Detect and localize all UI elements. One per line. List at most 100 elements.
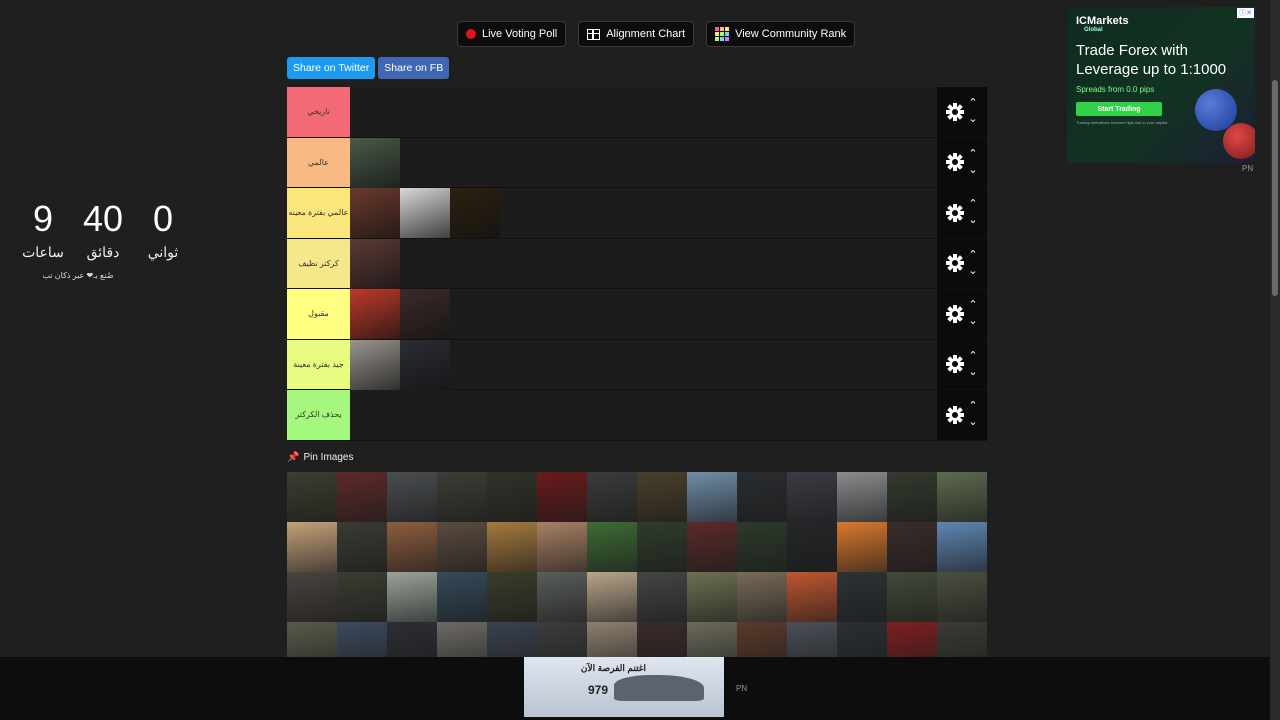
pool-character-thumbnail[interactable] <box>837 522 887 572</box>
pool-character-thumbnail[interactable] <box>887 572 937 622</box>
image-pool <box>287 472 987 672</box>
chevron-down-icon[interactable]: ⌄ <box>968 164 978 175</box>
tier-items[interactable] <box>350 238 937 289</box>
alignment-chart-button[interactable]: Alignment Chart <box>578 21 695 47</box>
chevron-down-icon[interactable]: ⌄ <box>968 366 978 377</box>
pool-character-thumbnail[interactable] <box>937 522 987 572</box>
chevron-up-icon[interactable]: ⌃ <box>968 350 978 361</box>
share-twitter-button[interactable]: Share on Twitter <box>287 57 376 79</box>
pool-character-thumbnail[interactable] <box>687 472 737 522</box>
pool-character-thumbnail[interactable] <box>737 472 787 522</box>
ad-cta-button[interactable]: Start Trading <box>1076 102 1162 116</box>
pool-character-thumbnail[interactable] <box>387 522 437 572</box>
pool-character-thumbnail[interactable] <box>937 472 987 522</box>
tier-label[interactable]: تاريخي <box>287 87 350 137</box>
pool-character-thumbnail[interactable] <box>737 572 787 622</box>
live-voting-poll-button[interactable]: Live Voting Poll <box>457 21 567 47</box>
ad-close-icon[interactable]: ⓘ✕ <box>1237 8 1254 18</box>
pool-character-thumbnail[interactable] <box>287 472 337 522</box>
pool-character-thumbnail[interactable] <box>637 572 687 622</box>
tier-items[interactable] <box>350 87 937 137</box>
pool-character-thumbnail[interactable] <box>787 572 837 622</box>
pool-character-thumbnail[interactable] <box>887 522 937 572</box>
share-facebook-button[interactable]: Share on FB <box>378 57 450 79</box>
pool-character-thumbnail[interactable] <box>487 522 537 572</box>
character-thumbnail[interactable] <box>350 339 400 390</box>
tier-label[interactable]: عالمي بفترة معينه <box>287 188 350 238</box>
pool-character-thumbnail[interactable] <box>537 472 587 522</box>
tier-items[interactable] <box>350 390 937 440</box>
ad-brand: ICMarkets Global <box>1076 15 1246 33</box>
pool-character-thumbnail[interactable] <box>487 572 537 622</box>
tier-label[interactable]: كركتر نظيف <box>287 238 350 288</box>
character-thumbnail[interactable] <box>400 188 450 238</box>
tier-items[interactable] <box>350 188 937 238</box>
pool-character-thumbnail[interactable] <box>637 472 687 522</box>
chevron-down-icon[interactable]: ⌄ <box>968 316 978 327</box>
chevron-up-icon[interactable]: ⌃ <box>968 148 978 159</box>
chevron-down-icon[interactable]: ⌄ <box>968 114 978 125</box>
pool-character-thumbnail[interactable] <box>437 522 487 572</box>
gear-icon[interactable] <box>942 250 968 276</box>
pool-character-thumbnail[interactable] <box>537 522 587 572</box>
pool-character-thumbnail[interactable] <box>687 572 737 622</box>
pool-character-thumbnail[interactable] <box>437 572 487 622</box>
tier-label[interactable]: يحذف الكركتر <box>287 390 350 440</box>
pool-character-thumbnail[interactable] <box>337 572 387 622</box>
view-community-rank-button[interactable]: View Community Rank <box>706 21 856 47</box>
gear-icon[interactable] <box>942 301 968 327</box>
chevron-up-icon[interactable]: ⌃ <box>968 401 978 412</box>
tier-items[interactable] <box>350 339 937 390</box>
pin-images-toggle[interactable]: 📌 Pin Images <box>287 452 353 463</box>
character-thumbnail[interactable] <box>350 238 400 289</box>
gear-icon[interactable] <box>942 351 968 377</box>
chevron-up-icon[interactable]: ⌃ <box>968 300 978 311</box>
pool-character-thumbnail[interactable] <box>687 522 737 572</box>
page-scrollbar[interactable] <box>1270 0 1280 720</box>
character-thumbnail[interactable] <box>400 339 450 390</box>
pool-character-thumbnail[interactable] <box>437 472 487 522</box>
scrollbar-thumb[interactable] <box>1272 80 1278 296</box>
character-thumbnail[interactable] <box>400 289 450 339</box>
pool-character-thumbnail[interactable] <box>637 522 687 572</box>
character-thumbnail[interactable] <box>350 188 400 238</box>
pool-character-thumbnail[interactable] <box>287 572 337 622</box>
character-thumbnail[interactable] <box>350 137 400 188</box>
pool-character-thumbnail[interactable] <box>537 572 587 622</box>
pool-character-thumbnail[interactable] <box>787 472 837 522</box>
chevron-down-icon[interactable]: ⌄ <box>968 417 978 428</box>
chevron-up-icon[interactable]: ⌃ <box>968 249 978 260</box>
chevron-down-icon[interactable]: ⌄ <box>968 265 978 276</box>
gear-icon[interactable] <box>942 402 968 428</box>
pool-character-thumbnail[interactable] <box>487 472 537 522</box>
tier-label[interactable]: عالمي <box>287 137 350 187</box>
pool-character-thumbnail[interactable] <box>587 522 637 572</box>
pool-character-thumbnail[interactable] <box>587 472 637 522</box>
character-thumbnail[interactable] <box>450 188 500 238</box>
gear-icon[interactable] <box>942 149 968 175</box>
chevron-down-icon[interactable]: ⌄ <box>968 215 978 226</box>
pool-character-thumbnail[interactable] <box>737 522 787 572</box>
pool-character-thumbnail[interactable] <box>337 522 387 572</box>
chevron-up-icon[interactable]: ⌃ <box>968 98 978 109</box>
gear-icon[interactable] <box>942 200 968 226</box>
pool-character-thumbnail[interactable] <box>837 572 887 622</box>
ad-banner-bottom[interactable]: اغتنم الفرصة الآن 979 <box>524 657 724 717</box>
pool-character-thumbnail[interactable] <box>287 522 337 572</box>
tier-label[interactable]: جيد بفترة معينة <box>287 339 350 389</box>
ad-banner-top[interactable]: ⓘ✕ ICMarkets Global Trade Forex with Lev… <box>1067 7 1255 163</box>
gear-icon[interactable] <box>942 99 968 125</box>
chevron-up-icon[interactable]: ⌃ <box>968 199 978 210</box>
pool-character-thumbnail[interactable] <box>787 522 837 572</box>
pool-character-thumbnail[interactable] <box>387 572 437 622</box>
pool-character-thumbnail[interactable] <box>837 472 887 522</box>
pool-character-thumbnail[interactable] <box>387 472 437 522</box>
pool-character-thumbnail[interactable] <box>937 572 987 622</box>
tier-items[interactable] <box>350 137 937 188</box>
pool-character-thumbnail[interactable] <box>887 472 937 522</box>
pool-character-thumbnail[interactable] <box>587 572 637 622</box>
pool-character-thumbnail[interactable] <box>337 472 387 522</box>
character-thumbnail[interactable] <box>350 289 400 339</box>
tier-items[interactable] <box>350 289 937 339</box>
tier-label[interactable]: مقبول <box>287 289 350 339</box>
